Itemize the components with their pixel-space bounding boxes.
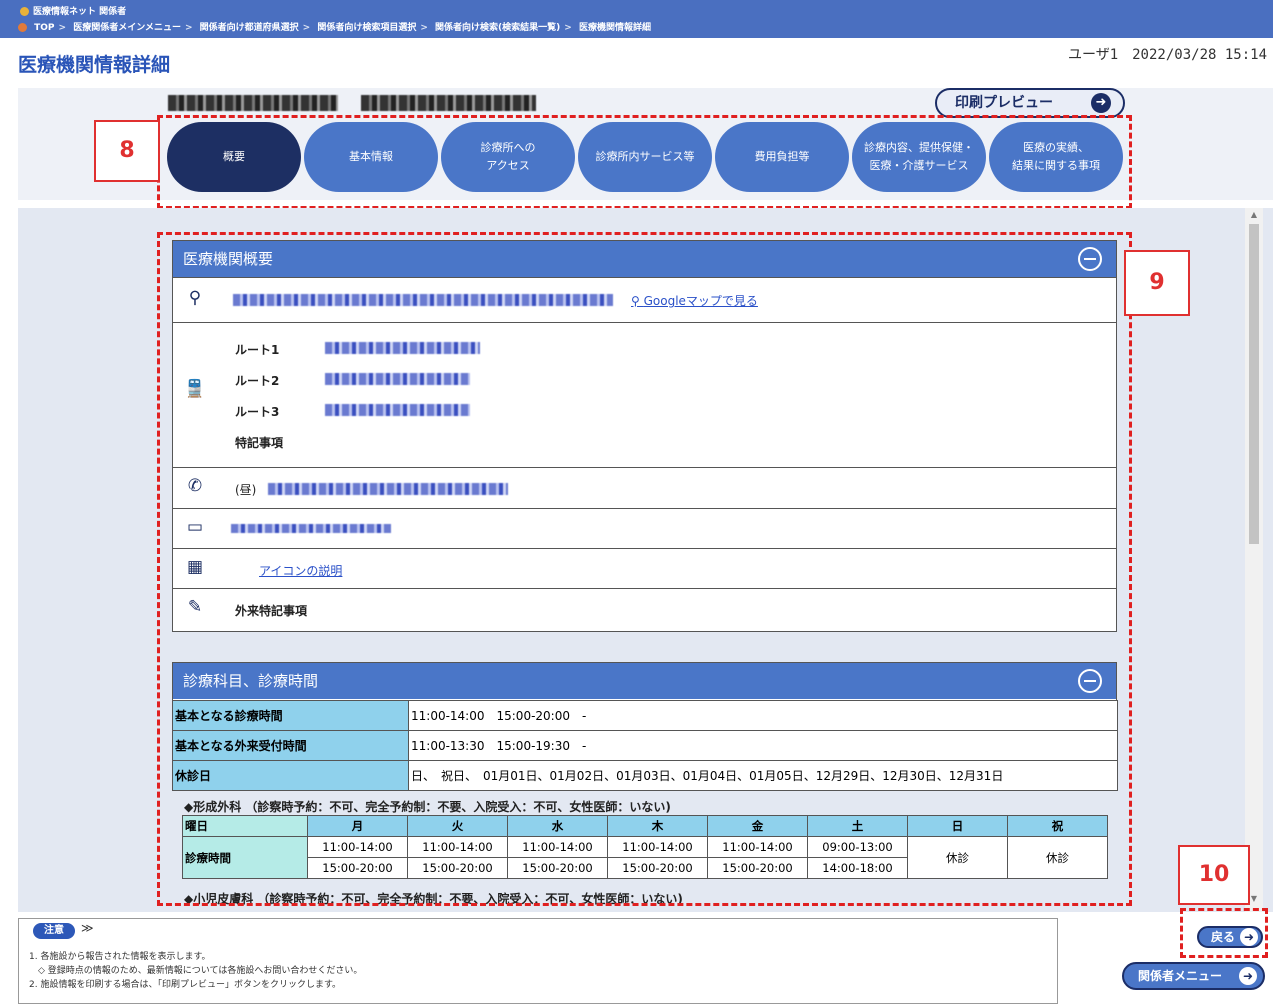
scroll-up-icon[interactable]: ▲ [1249, 210, 1259, 220]
facility-name-redacted [168, 92, 558, 114]
chevron-down-icon[interactable]: ≫ [81, 921, 94, 935]
system-name: 医療情報ネット 関係者 [20, 4, 126, 17]
redacted-text [168, 94, 338, 111]
breadcrumb-current: 医療機関情報詳細 [578, 23, 651, 33]
stakeholder-menu-button[interactable]: 関係者メニュー ➜ [1122, 962, 1265, 990]
annotation-label-8: 8 [94, 120, 160, 182]
top-bar: 医療情報ネット 関係者 TOP > 医療関係者メインメニュー > 関係者向け都道府県… [0, 0, 1273, 38]
page-title: 医療機関情報詳細 [18, 54, 171, 76]
breadcrumb: TOP > 医療関係者メインメニュー > 関係者向け都道府県選択 > 関係者向け検索項… [18, 20, 651, 33]
note-line: 2. 施設情報を印刷する場合は、「印刷プレビュー」ボタンをクリックします。 [29, 980, 342, 990]
note-line: ◇ 登録時点の情報のため、最新情報については各施設へお問い合わせください。 [29, 966, 363, 976]
breadcrumb-main-menu[interactable]: 医療関係者メインメニュー [73, 23, 181, 33]
user-info: ユーザ1 2022/03/28 15:14 [1067, 47, 1267, 63]
breadcrumb-search-items[interactable]: 関係者向け検索項目選択 [317, 23, 416, 33]
home-icon [18, 23, 27, 32]
breadcrumb-search-results[interactable]: 関係者向け検索(検索結果一覧) [435, 23, 560, 33]
logo-icon [20, 7, 29, 16]
annotation-frame-8 [157, 115, 1132, 209]
scrollbar-thumb[interactable] [1249, 224, 1259, 544]
breadcrumb-top[interactable]: TOP [34, 23, 54, 33]
annotation-label-10: 10 [1178, 845, 1250, 905]
print-preview-button[interactable]: 印刷プレビュー ➜ [935, 88, 1125, 118]
annotation-label-9: 9 [1124, 250, 1190, 316]
notes-badge[interactable]: 注意 [33, 923, 75, 939]
arrow-right-icon: ➜ [1091, 93, 1111, 113]
notes-panel: 注意 ≫ 1. 各施設から報告された情報を表示します。 ◇ 登録時点の情報のため… [18, 918, 1058, 1004]
app-root: 医療情報ネット 関係者 TOP > 医療関係者メインメニュー > 関係者向け都道府県… [0, 0, 1273, 1005]
arrow-right-icon: ➜ [1240, 928, 1258, 946]
scroll-down-icon[interactable]: ▼ [1249, 894, 1259, 904]
arrow-right-icon: ➜ [1239, 967, 1257, 985]
breadcrumb-prefecture[interactable]: 関係者向け都道府県選択 [200, 23, 299, 33]
redacted-text [361, 94, 537, 111]
annotation-frame-9 [157, 232, 1132, 906]
note-line: 1. 各施設から報告された情報を表示します。 [29, 952, 211, 962]
back-button[interactable]: 戻る ➜ [1197, 926, 1263, 948]
